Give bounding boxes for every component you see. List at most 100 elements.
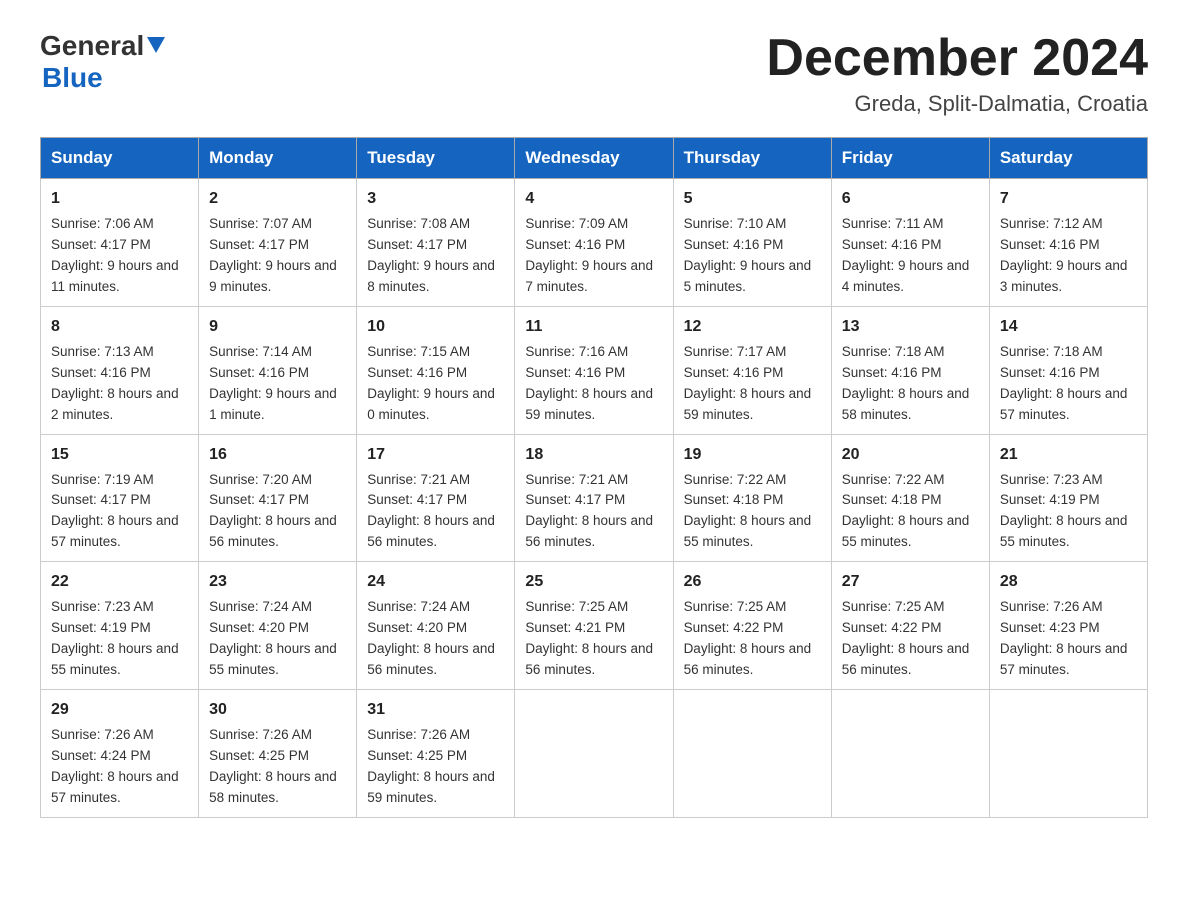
calendar-cell: 15 Sunrise: 7:19 AMSunset: 4:17 PMDayligh…: [41, 434, 199, 562]
day-number: 29: [51, 698, 188, 722]
day-info: Sunrise: 7:19 AMSunset: 4:17 PMDaylight:…: [51, 470, 188, 554]
calendar-cell: 29 Sunrise: 7:26 AMSunset: 4:24 PMDayligh…: [41, 689, 199, 817]
day-info: Sunrise: 7:13 AMSunset: 4:16 PMDaylight:…: [51, 342, 188, 426]
day-number: 3: [367, 187, 504, 211]
calendar-table: Sunday Monday Tuesday Wednesday Thursday…: [40, 137, 1148, 817]
day-number: 25: [525, 570, 662, 594]
day-number: 11: [525, 315, 662, 339]
calendar-cell: 23 Sunrise: 7:24 AMSunset: 4:20 PMDayligh…: [199, 562, 357, 690]
day-info: Sunrise: 7:12 AMSunset: 4:16 PMDaylight:…: [1000, 214, 1137, 298]
calendar-week-row: 29 Sunrise: 7:26 AMSunset: 4:24 PMDayligh…: [41, 689, 1148, 817]
day-info: Sunrise: 7:15 AMSunset: 4:16 PMDaylight:…: [367, 342, 504, 426]
day-info: Sunrise: 7:25 AMSunset: 4:21 PMDaylight:…: [525, 597, 662, 681]
day-number: 23: [209, 570, 346, 594]
calendar-cell: 28 Sunrise: 7:26 AMSunset: 4:23 PMDayligh…: [989, 562, 1147, 690]
day-number: 12: [684, 315, 821, 339]
calendar-cell: 4 Sunrise: 7:09 AMSunset: 4:16 PMDaylight…: [515, 179, 673, 307]
calendar-cell: 27Sunrise: 7:25 AMSunset: 4:22 PMDayligh…: [831, 562, 989, 690]
calendar-cell: [673, 689, 831, 817]
day-number: 18: [525, 443, 662, 467]
day-number: 6: [842, 187, 979, 211]
title-block: December 2024 Greda, Split-Dalmatia, Cro…: [766, 30, 1148, 117]
col-wednesday: Wednesday: [515, 138, 673, 179]
day-number: 7: [1000, 187, 1137, 211]
day-info: Sunrise: 7:16 AMSunset: 4:16 PMDaylight:…: [525, 342, 662, 426]
day-info: Sunrise: 7:26 AMSunset: 4:23 PMDaylight:…: [1000, 597, 1137, 681]
day-number: 27: [842, 570, 979, 594]
day-info: Sunrise: 7:21 AMSunset: 4:17 PMDaylight:…: [367, 470, 504, 554]
logo-blue-text: Blue: [42, 62, 165, 94]
calendar-cell: 20 Sunrise: 7:22 AMSunset: 4:18 PMDayligh…: [831, 434, 989, 562]
day-info: Sunrise: 7:09 AMSunset: 4:16 PMDaylight:…: [525, 214, 662, 298]
day-info: Sunrise: 7:26 AMSunset: 4:25 PMDaylight:…: [367, 725, 504, 809]
logo: General Blue: [40, 30, 165, 94]
calendar-cell: 9Sunrise: 7:14 AMSunset: 4:16 PMDaylight…: [199, 306, 357, 434]
day-info: Sunrise: 7:22 AMSunset: 4:18 PMDaylight:…: [684, 470, 821, 554]
day-number: 2: [209, 187, 346, 211]
day-info: Sunrise: 7:23 AMSunset: 4:19 PMDaylight:…: [51, 597, 188, 681]
day-info: Sunrise: 7:11 AMSunset: 4:16 PMDaylight:…: [842, 214, 979, 298]
day-number: 15: [51, 443, 188, 467]
logo-triangle-icon: [147, 37, 165, 53]
day-number: 20: [842, 443, 979, 467]
day-info: Sunrise: 7:26 AMSunset: 4:24 PMDaylight:…: [51, 725, 188, 809]
day-info: Sunrise: 7:07 AMSunset: 4:17 PMDaylight:…: [209, 214, 346, 298]
day-number: 24: [367, 570, 504, 594]
calendar-cell: 31 Sunrise: 7:26 AMSunset: 4:25 PMDayligh…: [357, 689, 515, 817]
day-info: Sunrise: 7:24 AMSunset: 4:20 PMDaylight:…: [367, 597, 504, 681]
page-header: General Blue December 2024 Greda, Split-…: [40, 30, 1148, 117]
location-title: Greda, Split-Dalmatia, Croatia: [766, 91, 1148, 117]
day-number: 28: [1000, 570, 1137, 594]
day-number: 9: [209, 315, 346, 339]
day-info: Sunrise: 7:22 AMSunset: 4:18 PMDaylight:…: [842, 470, 979, 554]
day-info: Sunrise: 7:06 AMSunset: 4:17 PMDaylight:…: [51, 214, 188, 298]
day-number: 5: [684, 187, 821, 211]
day-info: Sunrise: 7:26 AMSunset: 4:25 PMDaylight:…: [209, 725, 346, 809]
calendar-cell: 26Sunrise: 7:25 AMSunset: 4:22 PMDayligh…: [673, 562, 831, 690]
calendar-week-row: 15 Sunrise: 7:19 AMSunset: 4:17 PMDayligh…: [41, 434, 1148, 562]
day-info: Sunrise: 7:25 AMSunset: 4:22 PMDaylight:…: [684, 597, 821, 681]
calendar-cell: 14Sunrise: 7:18 AMSunset: 4:16 PMDayligh…: [989, 306, 1147, 434]
col-saturday: Saturday: [989, 138, 1147, 179]
calendar-cell: 21Sunrise: 7:23 AMSunset: 4:19 PMDayligh…: [989, 434, 1147, 562]
day-info: Sunrise: 7:21 AMSunset: 4:17 PMDaylight:…: [525, 470, 662, 554]
calendar-week-row: 1 Sunrise: 7:06 AMSunset: 4:17 PMDaylight…: [41, 179, 1148, 307]
day-number: 19: [684, 443, 821, 467]
day-number: 1: [51, 187, 188, 211]
day-number: 13: [842, 315, 979, 339]
day-number: 30: [209, 698, 346, 722]
calendar-cell: 8 Sunrise: 7:13 AMSunset: 4:16 PMDaylight…: [41, 306, 199, 434]
calendar-cell: 11 Sunrise: 7:16 AMSunset: 4:16 PMDayligh…: [515, 306, 673, 434]
calendar-week-row: 22 Sunrise: 7:23 AMSunset: 4:19 PMDayligh…: [41, 562, 1148, 690]
calendar-cell: 18 Sunrise: 7:21 AMSunset: 4:17 PMDayligh…: [515, 434, 673, 562]
col-monday: Monday: [199, 138, 357, 179]
calendar-cell: 13Sunrise: 7:18 AMSunset: 4:16 PMDayligh…: [831, 306, 989, 434]
day-number: 8: [51, 315, 188, 339]
calendar-cell: 6 Sunrise: 7:11 AMSunset: 4:16 PMDaylight…: [831, 179, 989, 307]
calendar-cell: 30 Sunrise: 7:26 AMSunset: 4:25 PMDayligh…: [199, 689, 357, 817]
day-number: 16: [209, 443, 346, 467]
day-info: Sunrise: 7:20 AMSunset: 4:17 PMDaylight:…: [209, 470, 346, 554]
day-number: 4: [525, 187, 662, 211]
day-number: 14: [1000, 315, 1137, 339]
day-number: 31: [367, 698, 504, 722]
calendar-cell: 25 Sunrise: 7:25 AMSunset: 4:21 PMDayligh…: [515, 562, 673, 690]
day-info: Sunrise: 7:10 AMSunset: 4:16 PMDaylight:…: [684, 214, 821, 298]
calendar-cell: 1 Sunrise: 7:06 AMSunset: 4:17 PMDaylight…: [41, 179, 199, 307]
calendar-cell: 3Sunrise: 7:08 AMSunset: 4:17 PMDaylight…: [357, 179, 515, 307]
day-number: 10: [367, 315, 504, 339]
calendar-cell: 17Sunrise: 7:21 AMSunset: 4:17 PMDayligh…: [357, 434, 515, 562]
day-info: Sunrise: 7:24 AMSunset: 4:20 PMDaylight:…: [209, 597, 346, 681]
calendar-cell: [989, 689, 1147, 817]
col-sunday: Sunday: [41, 138, 199, 179]
calendar-cell: 7 Sunrise: 7:12 AMSunset: 4:16 PMDaylight…: [989, 179, 1147, 307]
calendar-cell: 12Sunrise: 7:17 AMSunset: 4:16 PMDayligh…: [673, 306, 831, 434]
month-title: December 2024: [766, 30, 1148, 87]
calendar-cell: 2 Sunrise: 7:07 AMSunset: 4:17 PMDaylight…: [199, 179, 357, 307]
calendar-cell: [515, 689, 673, 817]
calendar-cell: 22 Sunrise: 7:23 AMSunset: 4:19 PMDayligh…: [41, 562, 199, 690]
calendar-cell: 10 Sunrise: 7:15 AMSunset: 4:16 PMDayligh…: [357, 306, 515, 434]
calendar-cell: 16 Sunrise: 7:20 AMSunset: 4:17 PMDayligh…: [199, 434, 357, 562]
col-thursday: Thursday: [673, 138, 831, 179]
day-number: 22: [51, 570, 188, 594]
